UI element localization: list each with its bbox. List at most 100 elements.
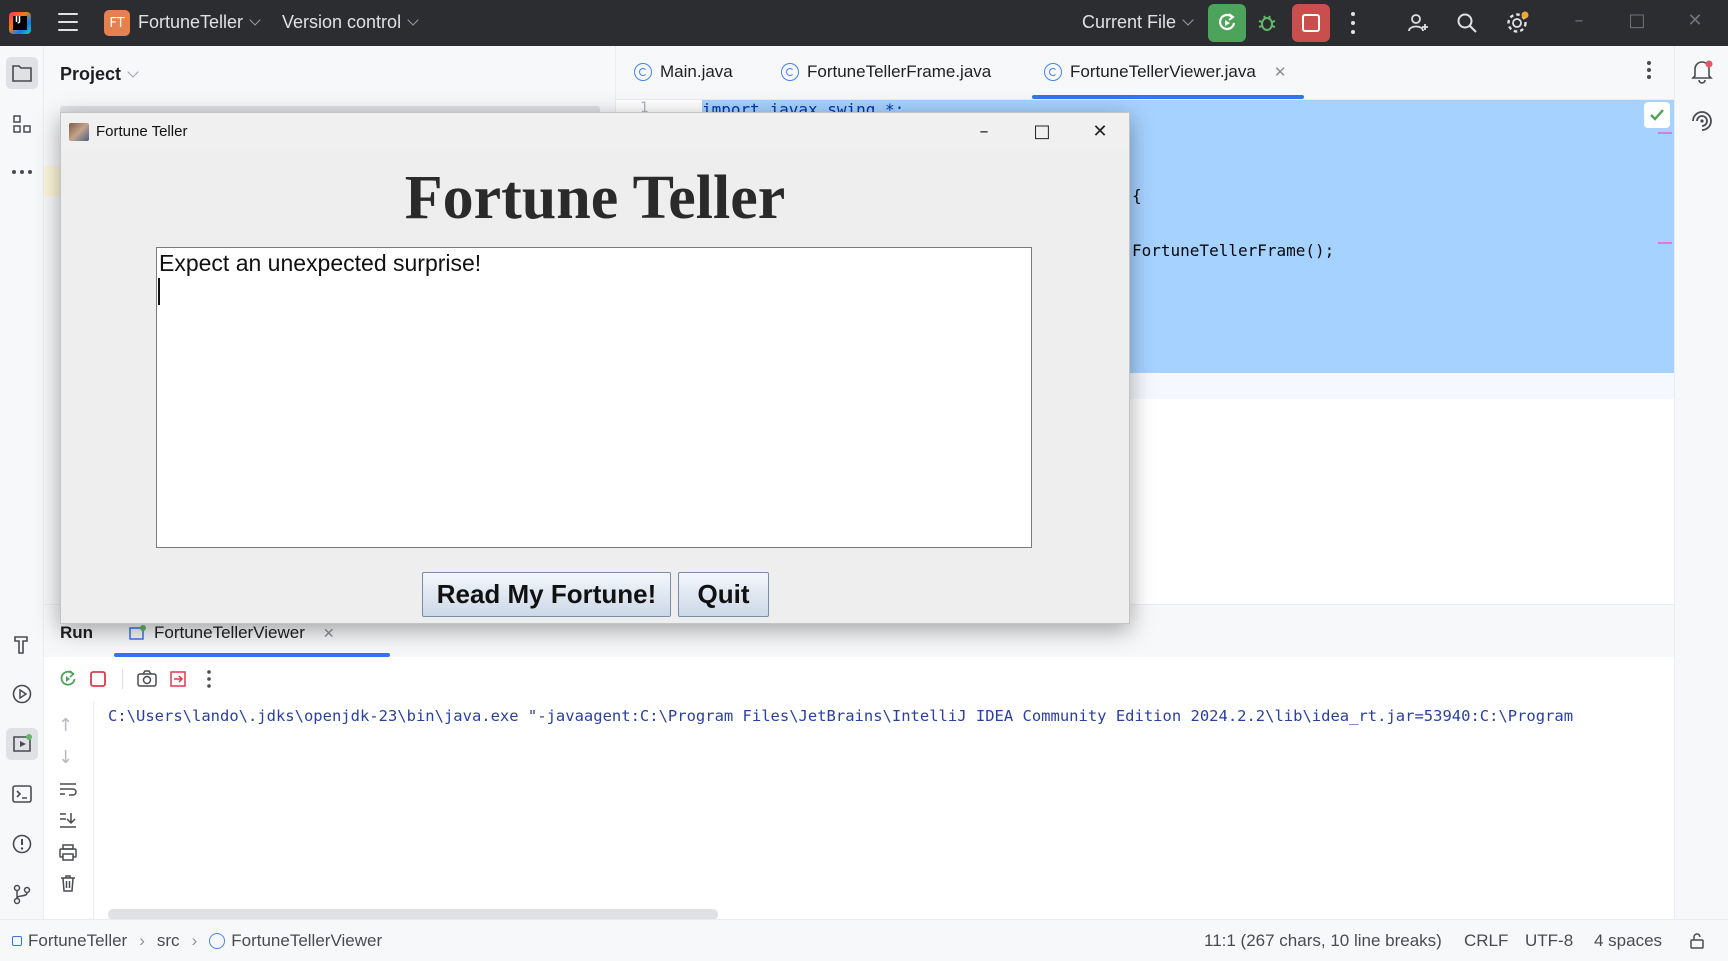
tree-highlight-marker [44, 166, 60, 196]
stop-icon[interactable] [88, 669, 108, 693]
exit-icon[interactable] [168, 669, 188, 693]
breadcrumb-file[interactable]: FortuneTellerViewer [231, 931, 382, 951]
tab-main-java[interactable]: Main.java [634, 62, 733, 82]
bug-icon [1258, 15, 1276, 31]
tab-fortune-teller-frame[interactable]: FortuneTellerFrame.java [781, 62, 991, 82]
run-config-icon [129, 625, 146, 640]
tab-label: Main.java [660, 62, 733, 81]
code-frame-call: FortuneTellerFrame(); [1132, 241, 1335, 260]
editor-tabs-more-icon[interactable] [1646, 60, 1652, 84]
add-user-icon[interactable] [1404, 9, 1432, 37]
more-actions-icon[interactable] [1350, 12, 1356, 34]
more-tools-icon[interactable] [6, 156, 38, 188]
inspection-ok-icon[interactable] [1644, 102, 1670, 128]
text-caret [158, 278, 160, 305]
caret-position[interactable]: 11:1 (267 chars, 10 line breaks) [1204, 931, 1442, 951]
trash-icon[interactable] [58, 873, 78, 897]
intellij-logo-icon[interactable]: IJ [9, 12, 31, 34]
structure-tool-icon[interactable] [6, 108, 38, 140]
settings-gear-icon[interactable] [1503, 9, 1531, 37]
console-side-toolbar: ↑ ↓ [44, 701, 94, 920]
read-my-fortune-button[interactable]: Read My Fortune! [422, 572, 671, 617]
run-toolbar [44, 657, 1674, 701]
ide-close-button[interactable]: ✕ [1680, 10, 1710, 36]
run-config-label: Current File [1082, 12, 1177, 32]
read-only-lock-icon[interactable] [1688, 932, 1706, 955]
java-class-icon [209, 933, 226, 949]
git-branch-icon[interactable] [6, 878, 38, 910]
scroll-up-icon[interactable]: ↑ [58, 715, 73, 736]
minimize-button[interactable]: – [961, 117, 1007, 147]
tab-label: FortuneTellerViewer.java [1070, 62, 1256, 81]
search-icon[interactable] [1453, 9, 1481, 37]
ide-minimize-button[interactable]: – [1564, 10, 1594, 36]
code-brace: { [1132, 186, 1142, 205]
java-app-icon [69, 123, 89, 141]
breadcrumb-src[interactable]: src [157, 931, 180, 951]
ide-maximize-button[interactable]: □ [1622, 10, 1652, 36]
fortune-teller-window: Fortune Teller – □ ✕ Fortune Teller Expe… [60, 112, 1130, 624]
console-output-line: C:\Users\lando\.jdks\openjdk-23\bin\java… [108, 707, 1574, 725]
run-tool-icon[interactable] [6, 728, 38, 760]
error-stripe-mark[interactable] [1658, 242, 1672, 244]
fortune-text: Expect an unexpected surprise! [159, 250, 482, 276]
build-hammer-icon[interactable] [6, 628, 38, 660]
project-badge[interactable]: FT [104, 10, 130, 36]
error-stripe-mark[interactable] [1658, 132, 1672, 134]
tab-label: FortuneTellerFrame.java [807, 62, 992, 81]
chevron-down-icon [407, 14, 419, 26]
status-bar: FortuneTeller › src › FortuneTellerViewe… [0, 919, 1728, 961]
java-class-icon [634, 63, 652, 81]
breadcrumb-project[interactable]: FortuneTeller [28, 931, 127, 951]
rerun-button[interactable] [1208, 4, 1246, 42]
maximize-button[interactable]: □ [1019, 117, 1065, 147]
project-tool-icon[interactable] [6, 57, 38, 89]
main-menu-icon[interactable] [58, 13, 78, 31]
run-panel: Run FortuneTellerViewer ✕ ↑ ↓ C:\Users\l… [44, 604, 1674, 920]
chevron-down-icon [1182, 14, 1194, 26]
java-class-icon [781, 63, 799, 81]
soft-wrap-icon[interactable] [58, 781, 78, 801]
breadcrumb: FortuneTeller › src › FortuneTellerViewe… [12, 931, 382, 951]
breadcrumb-separator-icon: › [191, 931, 198, 950]
module-icon [12, 936, 22, 946]
vcs-menu[interactable]: Version control [282, 12, 419, 33]
project-switcher[interactable]: FortuneTeller [138, 12, 261, 33]
right-tool-strip [1674, 46, 1728, 919]
java-class-icon [1044, 63, 1062, 81]
problems-icon[interactable] [6, 828, 38, 860]
line-separator[interactable]: CRLF [1464, 931, 1508, 951]
terminal-icon[interactable] [6, 778, 38, 810]
stop-icon [1302, 14, 1320, 32]
ai-assistant-icon[interactable] [1689, 108, 1715, 138]
run-tab-label: FortuneTellerViewer [154, 623, 305, 642]
close-button[interactable]: ✕ [1077, 117, 1123, 147]
print-icon[interactable] [58, 843, 78, 865]
rerun-icon[interactable] [58, 669, 78, 693]
camera-icon[interactable] [136, 669, 158, 693]
indent-setting[interactable]: 4 spaces [1594, 931, 1662, 951]
run-config-selector[interactable]: Current File [1082, 12, 1194, 33]
tab-fortune-teller-viewer[interactable]: FortuneTellerViewer.java ✕ [1044, 62, 1286, 82]
more-options-icon[interactable] [206, 669, 212, 693]
services-run-icon[interactable] [6, 678, 38, 710]
breadcrumb-separator-icon: › [139, 931, 145, 950]
ide-title-bar: IJ FT FortuneTeller Version control Curr… [0, 0, 1728, 46]
debug-button[interactable] [1252, 8, 1282, 38]
project-panel-title[interactable]: Project [60, 64, 139, 85]
tab-close-icon[interactable]: ✕ [1274, 63, 1287, 81]
stop-button[interactable] [1292, 4, 1330, 42]
scroll-down-icon[interactable]: ↓ [58, 747, 73, 768]
fortune-teller-titlebar[interactable]: Fortune Teller – □ ✕ [61, 113, 1129, 151]
scroll-to-end-icon[interactable] [58, 811, 78, 833]
chevron-down-icon [249, 14, 261, 26]
app-heading: Fortune Teller [404, 164, 786, 232]
run-tab-close-icon[interactable]: ✕ [323, 625, 335, 642]
quit-button[interactable]: Quit [678, 572, 769, 617]
chevron-down-icon [127, 66, 139, 78]
run-tab-fortune-teller-viewer[interactable]: FortuneTellerViewer ✕ [128, 623, 335, 643]
file-encoding[interactable]: UTF-8 [1525, 931, 1573, 951]
vcs-menu-label: Version control [282, 12, 402, 32]
fortune-text-area[interactable]: Expect an unexpected surprise! [156, 247, 1032, 548]
notifications-bell-icon[interactable] [1689, 58, 1715, 88]
